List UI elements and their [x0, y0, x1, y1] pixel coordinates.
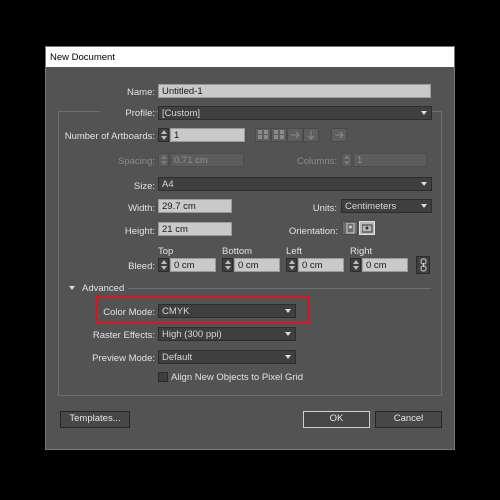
grid-by-row-icon[interactable] [255, 128, 271, 142]
bleed-top-input[interactable]: 0 cm [170, 258, 216, 272]
profile-value: [Custom] [162, 108, 201, 119]
arrow-up-icon [161, 155, 167, 159]
arrow-down-icon [161, 136, 167, 140]
units-label: Units: [312, 203, 337, 214]
advanced-label[interactable]: Advanced [82, 283, 124, 294]
orientation-label: Orientation: [288, 226, 338, 237]
height-label: Height: [124, 226, 155, 237]
align-pixel-grid-label[interactable]: Align New Objects to Pixel Grid [171, 372, 303, 383]
arrow-up-icon [353, 260, 359, 264]
arrow-down-icon [353, 266, 359, 270]
arrow-down-icon [289, 266, 295, 270]
height-input[interactable]: 21 cm [158, 222, 232, 236]
arrow-down-icon [161, 161, 167, 165]
raster-effects-value: High (300 ppi) [162, 329, 222, 340]
spacing-input[interactable]: 0.71 cm [170, 153, 244, 167]
chevron-down-icon [421, 204, 427, 208]
artboards-stepper[interactable] [158, 128, 169, 142]
bleed-left-input[interactable]: 0 cm [298, 258, 344, 272]
size-value: A4 [162, 179, 174, 190]
link-bleed-icon[interactable] [416, 256, 430, 274]
name-label: Name: [127, 87, 155, 98]
columns-label: Columns: [296, 156, 337, 167]
width-input[interactable]: 29.7 cm [158, 199, 232, 213]
bleed-right-input[interactable]: 0 cm [362, 258, 408, 272]
bleed-top-label: Top [158, 246, 174, 257]
highlight-box [96, 295, 309, 324]
bleed-bottom-stepper[interactable] [222, 258, 233, 272]
preview-mode-value: Default [162, 352, 193, 363]
bleed-top-stepper[interactable] [158, 258, 169, 272]
artboards-input[interactable]: 1 [170, 128, 245, 142]
width-label: Width: [128, 203, 155, 214]
bleed-left-label: Left [286, 246, 302, 257]
arrow-down-icon [344, 161, 350, 165]
chevron-down-icon [285, 332, 291, 336]
bleed-label: Bleed: [128, 261, 155, 272]
portrait-orientation-icon[interactable] [342, 221, 358, 235]
arrow-up-icon [161, 260, 167, 264]
profile-label: Profile: [100, 108, 155, 119]
landscape-orientation-icon[interactable] [359, 221, 375, 235]
units-dropdown[interactable]: Centimeters [341, 199, 432, 213]
grid-by-column-icon[interactable] [271, 128, 287, 142]
arrow-up-icon [225, 260, 231, 264]
size-dropdown[interactable]: A4 [158, 177, 432, 191]
arrange-by-column-icon[interactable] [303, 128, 319, 142]
arrow-up-icon [289, 260, 295, 264]
advanced-divider [128, 288, 431, 289]
templates-button[interactable]: Templates... [60, 411, 130, 428]
name-input[interactable]: Untitled-1 [158, 84, 431, 98]
chevron-down-icon [285, 355, 291, 359]
chevron-down-icon [421, 111, 427, 115]
spacing-label: Spacing: [118, 156, 155, 167]
bleed-right-label: Right [350, 246, 373, 257]
bleed-bottom-label: Bottom [222, 246, 253, 257]
dialog-title: New Document [46, 47, 454, 67]
columns-input[interactable]: 1 [353, 153, 427, 167]
preview-mode-dropdown[interactable]: Default [158, 350, 296, 364]
arrow-up-icon [344, 155, 350, 159]
units-value: Centimeters [345, 201, 397, 212]
spacing-stepper[interactable] [158, 153, 169, 167]
bleed-left-stepper[interactable] [286, 258, 297, 272]
advanced-expand-icon[interactable] [69, 286, 75, 290]
raster-effects-label: Raster Effects: [92, 330, 155, 341]
profile-dropdown[interactable]: [Custom] [158, 106, 432, 120]
columns-stepper[interactable] [341, 153, 352, 167]
size-label: Size: [133, 181, 155, 192]
arrow-down-icon [161, 266, 167, 270]
arrange-by-row-icon[interactable] [287, 128, 303, 142]
bleed-right-stepper[interactable] [350, 258, 361, 272]
raster-effects-dropdown[interactable]: High (300 ppi) [158, 327, 296, 341]
artboards-label: Number of Artboards: [64, 131, 155, 142]
chevron-down-icon [421, 182, 427, 186]
cancel-button[interactable]: Cancel [375, 411, 442, 428]
change-to-rtl-icon[interactable] [331, 128, 347, 142]
arrow-up-icon [161, 130, 167, 134]
bleed-bottom-input[interactable]: 0 cm [234, 258, 280, 272]
arrow-down-icon [225, 266, 231, 270]
ok-button[interactable]: OK [303, 411, 370, 428]
align-pixel-grid-checkbox[interactable] [158, 372, 168, 382]
preview-mode-label: Preview Mode: [92, 353, 155, 364]
